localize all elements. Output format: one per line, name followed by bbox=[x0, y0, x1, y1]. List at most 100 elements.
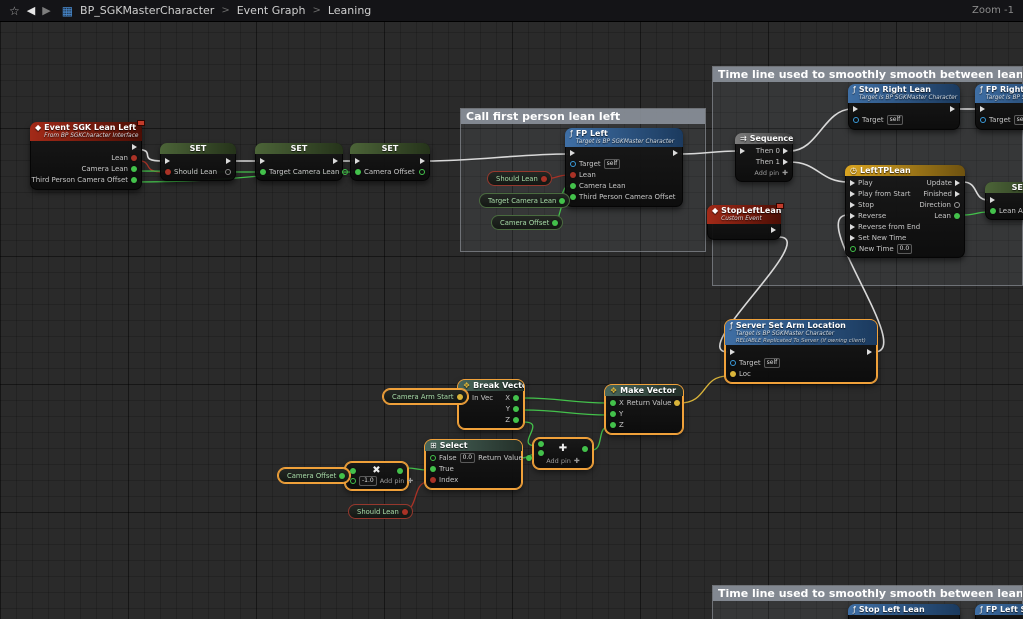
node-left-tp-lean-timeline[interactable]: ◷LeftTPLean Play Update Play from Start … bbox=[845, 165, 965, 258]
node-fp-right-stop[interactable]: ƒ FP Right St Target is BP SG Targetsel bbox=[975, 84, 1023, 130]
vector-out-pin[interactable] bbox=[457, 394, 463, 400]
float-out-pin[interactable] bbox=[397, 468, 403, 474]
exec-in-pin[interactable] bbox=[850, 213, 855, 219]
breadcrumb-leaning[interactable]: Leaning bbox=[328, 4, 371, 17]
exec-out-pin[interactable] bbox=[420, 158, 425, 164]
option-true-pin[interactable] bbox=[430, 466, 436, 472]
exec-in-pin[interactable] bbox=[260, 158, 265, 164]
float-in-pin[interactable] bbox=[350, 478, 356, 484]
back-icon[interactable]: ◀ bbox=[27, 4, 35, 17]
exec-out-pin[interactable] bbox=[673, 150, 678, 156]
getter-should-lean[interactable]: Should Lean bbox=[487, 171, 552, 186]
false-default-value[interactable]: 0.0 bbox=[460, 453, 476, 463]
exec-out-pin[interactable] bbox=[955, 191, 960, 197]
exec-in-pin[interactable] bbox=[980, 106, 985, 112]
float-out-pin[interactable] bbox=[131, 177, 137, 183]
exec-in-pin[interactable] bbox=[850, 224, 855, 230]
exec-in-pin[interactable] bbox=[355, 158, 360, 164]
float-in-pin[interactable] bbox=[570, 194, 576, 200]
node-select[interactable]: ⊞Select False0.0 Return Value True Index bbox=[425, 440, 522, 489]
bool-out-pin[interactable] bbox=[225, 169, 231, 175]
exec-in-pin[interactable] bbox=[990, 197, 995, 203]
float-out-pin[interactable] bbox=[513, 406, 519, 412]
node-make-vector[interactable]: ❖Make Vector X Return Value Y Z bbox=[605, 385, 683, 434]
exec-in-pin[interactable] bbox=[850, 180, 855, 186]
exec-in-pin[interactable] bbox=[850, 191, 855, 197]
exec-in-pin[interactable] bbox=[853, 106, 858, 112]
exec-in-pin[interactable] bbox=[850, 202, 855, 208]
float-in-pin[interactable] bbox=[570, 183, 576, 189]
float-out-pin[interactable] bbox=[526, 455, 532, 461]
node-sequence[interactable]: ⇉Sequence Then 0 Then 1 Add pin✚ bbox=[735, 133, 793, 182]
float-out-pin[interactable] bbox=[513, 417, 519, 423]
add-pin-icon[interactable]: ✚ bbox=[782, 169, 788, 177]
float-out-pin[interactable] bbox=[559, 198, 565, 204]
target-self-value[interactable]: self bbox=[604, 159, 621, 169]
exec-out-pin[interactable] bbox=[867, 349, 872, 355]
float-in-pin[interactable] bbox=[610, 411, 616, 417]
float-out-pin[interactable] bbox=[954, 213, 960, 219]
float-out-pin[interactable] bbox=[419, 169, 425, 175]
target-in-pin[interactable] bbox=[853, 117, 859, 123]
exec-in-pin[interactable] bbox=[740, 148, 745, 154]
exec-out-pin[interactable] bbox=[783, 159, 788, 165]
node-set-target-camera-lean[interactable]: SET Target Camera Lean bbox=[255, 143, 343, 181]
breadcrumb-event-graph[interactable]: Event Graph bbox=[237, 4, 306, 17]
comment-title[interactable]: Call first person lean left bbox=[461, 109, 705, 124]
exec-out-pin[interactable] bbox=[226, 158, 231, 164]
target-self-value[interactable]: self bbox=[764, 358, 781, 368]
target-in-pin[interactable] bbox=[570, 161, 576, 167]
node-fp-left[interactable]: ƒ FP Left Target is BP SGKMaster Charact… bbox=[565, 128, 683, 207]
float-in-pin[interactable] bbox=[538, 441, 544, 447]
float-in-pin[interactable] bbox=[610, 422, 616, 428]
node-multiply-float[interactable]: ✖ -1.0Add pin✚ bbox=[345, 462, 408, 490]
enum-out-pin[interactable] bbox=[954, 202, 960, 208]
bool-out-pin[interactable] bbox=[402, 509, 408, 515]
add-pin-label[interactable]: Add pin bbox=[754, 169, 779, 177]
getter-should-lean-2[interactable]: Should Lean bbox=[348, 504, 413, 519]
exec-in-pin[interactable] bbox=[730, 349, 735, 355]
node-stop-right-lean[interactable]: ƒ Stop Right Lean Target is BP SGKMaster… bbox=[848, 84, 960, 130]
exec-out-pin[interactable] bbox=[955, 180, 960, 186]
node-stop-left-lean-call[interactable]: ƒStop Left Lean bbox=[848, 604, 960, 619]
exec-out-pin[interactable] bbox=[950, 106, 955, 112]
target-self-value[interactable]: self bbox=[887, 115, 904, 125]
exec-out-pin[interactable] bbox=[132, 144, 137, 150]
exec-in-pin[interactable] bbox=[850, 235, 855, 241]
float-in-pin[interactable] bbox=[350, 468, 356, 474]
exec-out-pin[interactable] bbox=[783, 148, 788, 154]
add-pin-icon[interactable]: ✚ bbox=[407, 477, 413, 485]
node-event-sgk-lean-left[interactable]: ◆ Event SGK Lean Left From BP SGKCharact… bbox=[30, 122, 142, 190]
getter-camera-offset-2[interactable]: Camera Offset bbox=[278, 468, 350, 483]
new-time-value[interactable]: 0.0 bbox=[897, 244, 913, 254]
comment-title[interactable]: Time line used to smoothly smooth betwee… bbox=[713, 67, 1022, 82]
node-add-float[interactable]: ✚ Add pin✚ bbox=[533, 438, 593, 469]
add-pin-icon[interactable]: ✚ bbox=[574, 457, 580, 465]
node-set-lean-alpha[interactable]: SET Lean Alpha bbox=[985, 182, 1023, 220]
float-in-pin[interactable] bbox=[990, 208, 996, 214]
exec-in-pin[interactable] bbox=[570, 150, 575, 156]
float-out-pin[interactable] bbox=[342, 169, 348, 175]
forward-icon[interactable]: ▶ bbox=[42, 4, 50, 17]
node-stop-left-lean-event[interactable]: ◆ StopLeftLean Custom Event bbox=[707, 205, 781, 240]
exec-out-pin[interactable] bbox=[333, 158, 338, 164]
target-in-pin[interactable] bbox=[980, 117, 986, 123]
index-in-pin[interactable] bbox=[430, 477, 436, 483]
target-self-value[interactable]: sel bbox=[1014, 115, 1023, 125]
breadcrumb-root[interactable]: BP_SGKMasterCharacter bbox=[80, 4, 214, 17]
node-break-vector[interactable]: ❖Break Vector In Vec X Y Z bbox=[458, 380, 524, 429]
node-set-should-lean[interactable]: SET Should Lean bbox=[160, 143, 236, 181]
exec-in-pin[interactable] bbox=[165, 158, 170, 164]
float-out-pin[interactable] bbox=[582, 446, 588, 452]
float-in-pin[interactable] bbox=[610, 400, 616, 406]
option-false-pin[interactable] bbox=[430, 455, 436, 461]
float-in-pin[interactable] bbox=[260, 169, 266, 175]
target-in-pin[interactable] bbox=[730, 360, 736, 366]
float-out-pin[interactable] bbox=[552, 220, 558, 226]
node-fp-left-stop[interactable]: ƒFP Left Sto bbox=[975, 604, 1023, 619]
getter-target-camera-lean[interactable]: Target Camera Lean bbox=[479, 193, 570, 208]
float-in-pin[interactable] bbox=[538, 450, 544, 456]
getter-camera-arm-start[interactable]: Camera Arm Start bbox=[383, 389, 468, 404]
node-set-camera-offset[interactable]: SET Camera Offset bbox=[350, 143, 430, 181]
bool-out-pin[interactable] bbox=[131, 155, 137, 161]
